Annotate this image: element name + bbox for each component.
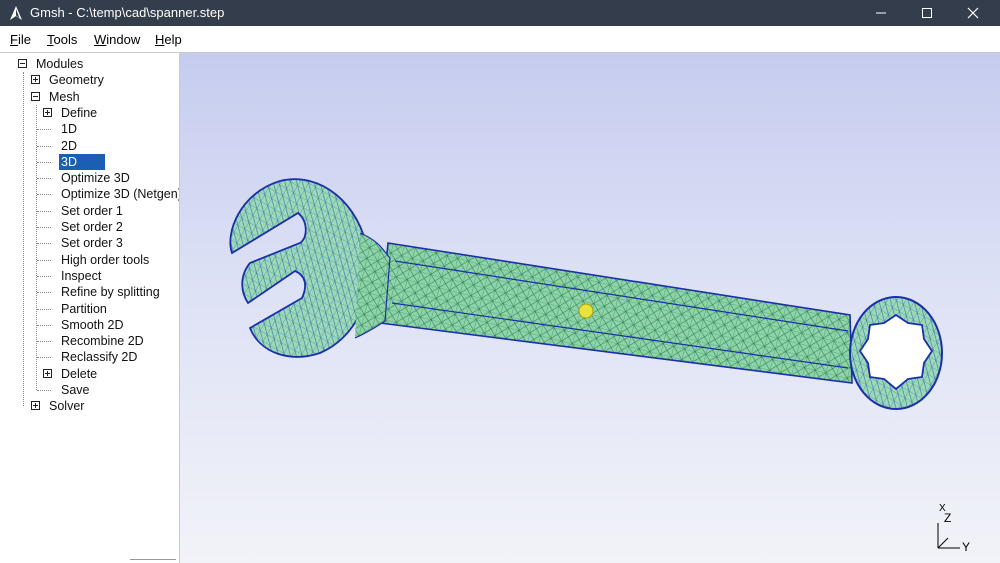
- tree-node-label: Optimize 3D (Netgen): [61, 187, 180, 202]
- close-button[interactable]: [950, 0, 996, 26]
- toggle-bar: [47, 370, 48, 376]
- tree-node-high-order-tools[interactable]: High order tools: [0, 252, 179, 268]
- collapse-icon[interactable]: [31, 91, 40, 101]
- expand-icon[interactable]: [43, 107, 52, 117]
- tree-node-label: Reclassify 2D: [61, 350, 138, 365]
- spanner-open-end: [229, 178, 391, 358]
- toggle-bar: [35, 77, 36, 83]
- tree-node-2d[interactable]: 2D: [0, 138, 179, 154]
- menu-tools[interactable]: Tools: [47, 32, 77, 47]
- tree-connector: [37, 275, 51, 277]
- tree-node-delete[interactable]: Delete: [0, 366, 179, 382]
- expand-icon[interactable]: [31, 401, 40, 411]
- spanner-ring-end: [849, 296, 943, 410]
- tree-node-optimize-3d[interactable]: Optimize 3D: [0, 170, 179, 186]
- tree-node-3d[interactable]: 3D: [0, 153, 179, 170]
- tree-connector: [37, 341, 51, 343]
- axis-z-label: Z: [944, 511, 951, 525]
- tree-connector: [37, 210, 51, 212]
- tree-connector: [37, 161, 51, 163]
- mesh-center-marker: [578, 303, 594, 319]
- tree-node-reclassify-2d[interactable]: Reclassify 2D: [0, 349, 179, 365]
- tree-connector: [37, 259, 51, 261]
- tree-node-label: Solver: [49, 399, 85, 414]
- window-title: Gmsh - C:\temp\cad\spanner.step: [30, 5, 225, 20]
- spanner-handle: [379, 242, 853, 384]
- tree-node-recombine-2d[interactable]: Recombine 2D: [0, 333, 179, 349]
- x-axis-line: [937, 537, 949, 549]
- tree-connector: [37, 390, 51, 391]
- tree-connector: [37, 324, 51, 326]
- tree-node-label: High order tools: [61, 252, 150, 267]
- tree-node-label: Optimize 3D: [61, 171, 130, 186]
- module-tree[interactable]: Modules Geometry Mesh Define 1D 2D 3D Optimize …: [0, 53, 180, 563]
- tree-node-label: Refine by splitting: [61, 285, 160, 300]
- axis-y-label: Y: [962, 540, 970, 554]
- close-icon: [967, 7, 979, 19]
- tree-node-label: Mesh: [49, 89, 80, 104]
- tree-node-label: 3D: [59, 153, 105, 170]
- tree-node-modules[interactable]: Modules: [0, 56, 179, 72]
- tree-node-1d[interactable]: 1D: [0, 121, 179, 137]
- graphics-viewport[interactable]: X Z Y: [180, 53, 1000, 563]
- tree-connector: [37, 178, 51, 180]
- minimize-icon: [876, 12, 886, 14]
- tree-node-smooth-2d[interactable]: Smooth 2D: [0, 317, 179, 333]
- tree-node-set-order-2[interactable]: Set order 2: [0, 219, 179, 235]
- tree-node-refine-by-splitting[interactable]: Refine by splitting: [0, 284, 179, 300]
- maximize-icon: [922, 8, 932, 18]
- tree-node-label: Set order 3: [61, 236, 123, 251]
- menu-file[interactable]: File: [10, 32, 31, 47]
- tree-node-label: Set order 2: [61, 220, 123, 234]
- tree-connector: [37, 308, 51, 310]
- tree-connector: [37, 227, 51, 228]
- menu-help[interactable]: Help: [155, 32, 182, 47]
- menu-bar: File Tools Window Help: [0, 26, 1000, 53]
- tree-node-set-order-1[interactable]: Set order 1: [0, 203, 179, 219]
- tree-node-label: Smooth 2D: [61, 317, 124, 332]
- tree-connector: [37, 194, 51, 196]
- tree-resize-handle[interactable]: [130, 559, 176, 563]
- title-bar: Gmsh - C:\temp\cad\spanner.step: [0, 0, 1000, 26]
- tree-node-partition[interactable]: Partition: [0, 301, 179, 317]
- tree-node-label: Save: [61, 383, 90, 397]
- spanner-mesh-view[interactable]: [180, 53, 1000, 563]
- tree-node-set-order-3[interactable]: Set order 3: [0, 235, 179, 251]
- collapse-icon[interactable]: [18, 59, 27, 68]
- tree-node-define[interactable]: Define: [0, 105, 179, 121]
- tree-node-label: Geometry: [49, 73, 104, 88]
- tree-node-geometry[interactable]: Geometry: [0, 72, 179, 88]
- minimize-button[interactable]: [858, 0, 904, 26]
- expand-icon[interactable]: [31, 75, 40, 85]
- tree-node-inspect[interactable]: Inspect: [0, 268, 179, 284]
- tree-node-label: Set order 1: [61, 203, 123, 218]
- tree-node-label: Modules: [36, 57, 84, 71]
- menu-window[interactable]: Window: [94, 32, 140, 47]
- gmsh-logo-icon: [10, 6, 22, 20]
- tree-node-label: Delete: [61, 366, 98, 381]
- maximize-button[interactable]: [904, 0, 950, 26]
- tree-node-optimize-3d-netgen[interactable]: Optimize 3D (Netgen): [0, 186, 179, 202]
- toggle-bar: [20, 63, 25, 64]
- tree-connector: [37, 357, 51, 359]
- axes-indicator: X Z Y: [930, 503, 980, 554]
- toggle-bar: [33, 95, 38, 97]
- tree-node-label: Recombine 2D: [61, 334, 144, 349]
- expand-icon[interactable]: [43, 368, 52, 378]
- toggle-bar: [47, 109, 48, 115]
- tree-connector: [37, 129, 51, 131]
- tree-node-label: Partition: [61, 301, 107, 316]
- tree-connector: [37, 145, 51, 147]
- tree-node-save[interactable]: Save: [0, 382, 179, 398]
- tree-connector: [37, 243, 51, 245]
- tree-connector: [37, 292, 51, 294]
- toggle-bar: [35, 403, 36, 409]
- tree-node-label: 2D: [61, 138, 77, 153]
- tree-node-solver[interactable]: Solver: [0, 398, 179, 414]
- tree-node-label: 1D: [61, 122, 77, 137]
- tree-node-label: Define: [61, 105, 98, 120]
- tree-node-mesh[interactable]: Mesh: [0, 89, 179, 105]
- tree-node-label: Inspect: [61, 268, 102, 283]
